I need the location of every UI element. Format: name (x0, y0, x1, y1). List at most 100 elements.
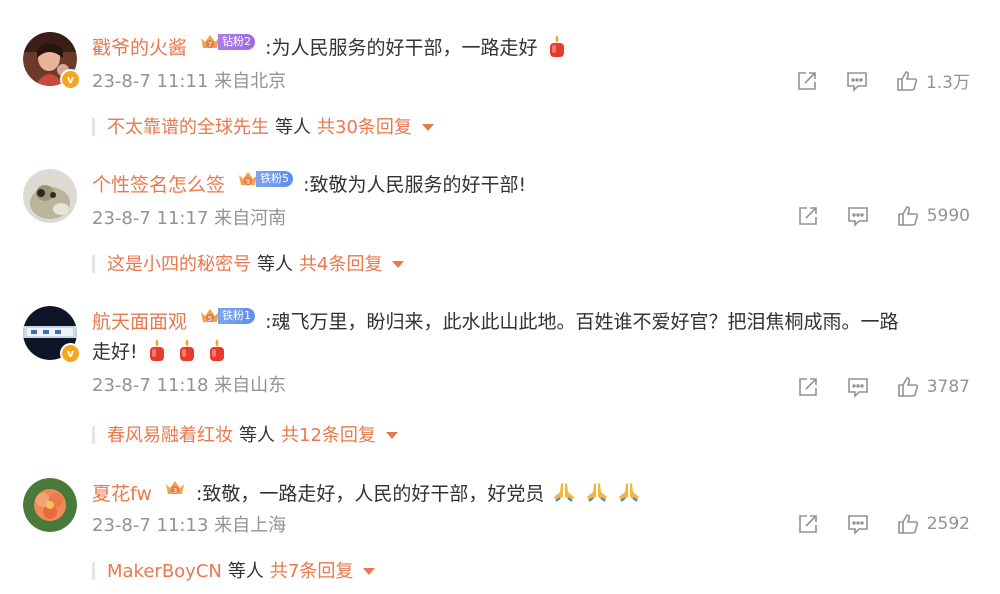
crown-icon: 3 (165, 481, 184, 495)
reply-summary[interactable]: 不太靠谱的全球先生 等人 共30条回复 (92, 116, 434, 140)
comment-text-line: 戳爷的火酱 7 钻粉2 :为人民服务的好干部，一路走好 (92, 32, 970, 63)
reply-count-link[interactable]: 共30条回复 (317, 117, 412, 138)
author-name[interactable]: 戳爷的火酱 (92, 37, 187, 59)
avatar[interactable] (23, 478, 77, 532)
share-icon (798, 378, 817, 396)
reply-summary[interactable]: 春风易融着红妆 等人 共12条回复 (92, 424, 398, 448)
comment-actions: 1.3万 (768, 68, 970, 93)
like-icon (897, 377, 918, 397)
comment-text: :致敬，一路走好，人民的好干部，好党员 (196, 483, 545, 505)
comment-button[interactable] (847, 376, 869, 398)
candle-emoji (149, 339, 164, 361)
author-name[interactable]: 航天面面观 (92, 311, 187, 333)
candle-emoji (549, 35, 564, 57)
like-icon (897, 70, 918, 91)
fan-level-label: 铁粉1 (218, 308, 256, 324)
comment-text: :魂飞万里，盼归来，此水此山此地。百姓谁不爱好官？把泪焦桐成雨。一路 (265, 311, 899, 333)
comment-actions: 3787 (769, 376, 970, 398)
comment-icon (847, 71, 867, 92)
comment-icon (847, 378, 868, 398)
reply-summary[interactable]: 这是小四的秘密号 等人 共4条回复 (92, 253, 405, 277)
avatar[interactable]: v (23, 306, 81, 364)
reply-divider (92, 255, 95, 273)
like-button[interactable]: 5990 (897, 205, 970, 227)
reply-user[interactable]: MakerBoyCN (107, 561, 222, 582)
like-button[interactable]: 2592 (897, 513, 970, 535)
comment-text-line: 夏花fw 3 :致敬，一路走好，人民的好干部，好党员 (92, 478, 970, 509)
caret-down-icon (385, 432, 398, 439)
comment-time: 23-8-7 11:13 (92, 515, 209, 536)
comment-text-continued: 走好! (92, 341, 138, 363)
caret-down-icon (421, 124, 434, 131)
comment-time: 23-8-7 11:11 (92, 71, 209, 92)
reply-etc: 等人 (275, 117, 311, 138)
caret-down-icon (392, 261, 405, 268)
share-button[interactable] (796, 70, 818, 92)
share-button[interactable] (797, 513, 819, 535)
fan-level-label: 铁粉5 (256, 171, 294, 187)
comment-button[interactable] (846, 70, 868, 92)
svg-text:9: 9 (246, 178, 250, 186)
svg-text:7: 7 (208, 41, 212, 49)
reply-divider (92, 562, 95, 580)
avatar[interactable]: v (23, 32, 81, 90)
avatar[interactable] (23, 169, 77, 223)
reply-divider (92, 426, 95, 444)
fan-badge[interactable]: 9 铁粉5 (237, 169, 294, 189)
fan-badge[interactable]: 3 (164, 478, 186, 498)
comment-text: :致敬为人民服务的好干部! (303, 174, 527, 196)
reply-divider (92, 118, 95, 136)
like-icon (897, 206, 918, 226)
comment-time: 23-8-7 11:17 (92, 208, 209, 229)
reply-etc: 等人 (239, 425, 275, 446)
author-name[interactable]: 个性签名怎么签 (92, 174, 225, 196)
share-button[interactable] (797, 376, 819, 398)
like-button[interactable]: 1.3万 (896, 68, 970, 93)
reply-count-link[interactable]: 共7条回复 (270, 561, 353, 582)
comment-location: 来自河南 (214, 208, 287, 229)
pray-emoji (554, 483, 575, 502)
candle-emoji (179, 339, 194, 361)
comment-icon (847, 515, 868, 535)
cut-off-previous-row: ...... (18, 0, 112, 10)
svg-text:3: 3 (173, 487, 177, 495)
fan-level-label: 钻粉2 (218, 34, 256, 50)
comment-text-line: 航天面面观 5 铁粉1 :魂飞万里，盼归来，此水此山此地。百姓谁不爱好官？把泪焦… (92, 306, 970, 337)
reply-summary[interactable]: MakerBoyCN 等人 共7条回复 (92, 560, 376, 584)
comment-actions: 5990 (769, 205, 970, 227)
share-icon (798, 515, 817, 533)
share-button[interactable] (797, 205, 819, 227)
author-name[interactable]: 夏花fw (92, 483, 152, 505)
comment-location: 来自山东 (214, 375, 287, 396)
reply-etc: 等人 (257, 254, 293, 275)
like-icon (897, 514, 918, 534)
comment-location: 来自北京 (214, 71, 287, 92)
reply-user[interactable]: 不太靠谱的全球先生 (107, 117, 269, 138)
comment-time: 23-8-7 11:18 (92, 375, 209, 396)
like-count: 2592 (926, 514, 970, 534)
reply-count-link[interactable]: 共4条回复 (299, 254, 382, 275)
candle-emoji (209, 339, 224, 361)
avatar-image (23, 169, 77, 223)
share-icon (798, 71, 816, 90)
comment-button[interactable] (847, 205, 869, 227)
verified-badge-icon: v (60, 69, 81, 90)
comment-button[interactable] (847, 513, 869, 535)
comment-list: ...... v 戳爷的火酱 (0, 0, 1000, 594)
reply-user[interactable]: 春风易融着红妆 (107, 425, 233, 446)
reply-user[interactable]: 这是小四的秘密号 (107, 254, 251, 275)
pray-emoji (618, 483, 639, 502)
fan-badge[interactable]: 7 钻粉2 (199, 32, 256, 52)
comment-location: 来自上海 (214, 515, 287, 536)
caret-down-icon (363, 568, 376, 575)
svg-text:5: 5 (208, 315, 212, 323)
like-button[interactable]: 3787 (897, 376, 970, 398)
avatar-image (23, 478, 77, 532)
fan-badge[interactable]: 5 铁粉1 (199, 306, 256, 326)
reply-count-link[interactable]: 共12条回复 (281, 425, 376, 446)
pray-emoji (586, 483, 607, 502)
comment-text-line: 个性签名怎么签 9 铁粉5 :致敬为人民服务的好干部! (92, 169, 970, 200)
comment-text: :为人民服务的好干部，一路走好 (265, 37, 538, 59)
comment-text-line: 走好! (92, 337, 970, 367)
verified-badge-icon: v (60, 343, 81, 364)
